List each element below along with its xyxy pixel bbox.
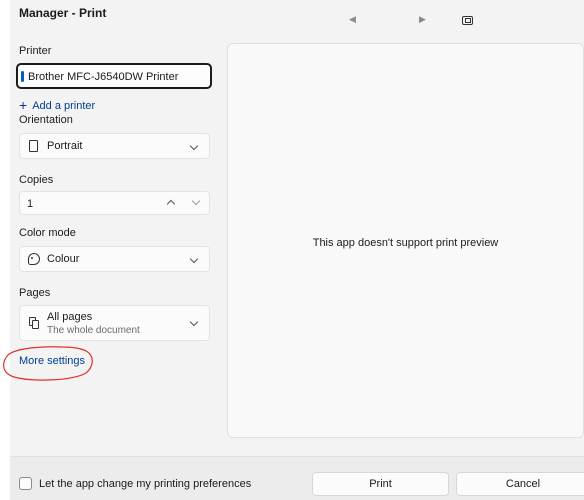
orientation-label: Orientation	[19, 114, 73, 126]
chevron-down-icon	[189, 254, 199, 264]
color-mode-value: Colour	[47, 253, 80, 265]
printer-value: Brother MFC-J6540DW Printer	[28, 71, 179, 83]
plus-icon: +	[19, 97, 28, 113]
orientation-select[interactable]: Portrait	[19, 133, 210, 159]
printer-select[interactable]: Brother MFC-J6540DW Printer	[16, 63, 212, 89]
window-title: Manager - Print	[19, 6, 107, 20]
add-printer-label: Add a printer	[32, 100, 96, 112]
orientation-value: Portrait	[47, 140, 83, 152]
color-mode-label: Color mode	[19, 227, 76, 239]
add-printer-link[interactable]: + Add a printer	[19, 97, 95, 113]
checkbox-label: Let the app change my printing preferenc…	[39, 478, 252, 490]
color-mode-select[interactable]: Colour	[19, 246, 210, 272]
palette-icon	[28, 253, 40, 265]
chevron-down-icon	[189, 317, 199, 327]
document-icon	[29, 140, 38, 152]
pages-select[interactable]: All pages The whole document	[19, 305, 210, 341]
copies-value[interactable]: 1	[27, 198, 33, 210]
copies-stepper[interactable]: 1	[19, 191, 210, 215]
fit-to-window-icon[interactable]	[462, 16, 473, 25]
print-button[interactable]: Print	[312, 472, 449, 496]
chevron-down-icon	[189, 141, 199, 151]
print-preview-area: This app doesn't support print preview	[227, 43, 584, 438]
pages-label: Pages	[19, 287, 51, 299]
chevron-down-icon[interactable]	[191, 196, 201, 206]
focus-accent-bar	[21, 71, 24, 82]
pages-icon	[29, 317, 39, 329]
copies-label: Copies	[19, 174, 54, 186]
preview-message: This app doesn't support print preview	[312, 237, 499, 249]
cancel-button[interactable]: Cancel	[456, 472, 584, 496]
red-circle-annotation	[3, 346, 93, 381]
previous-page-icon[interactable]: ◀	[349, 14, 356, 25]
pages-description: The whole document	[47, 325, 140, 336]
pages-value: All pages	[47, 311, 93, 323]
printer-label: Printer	[19, 45, 52, 57]
chevron-up-icon[interactable]	[166, 199, 176, 209]
printing-preferences-checkbox[interactable]	[19, 477, 32, 490]
next-page-icon[interactable]: ▶	[419, 14, 426, 25]
left-margin	[0, 0, 10, 500]
